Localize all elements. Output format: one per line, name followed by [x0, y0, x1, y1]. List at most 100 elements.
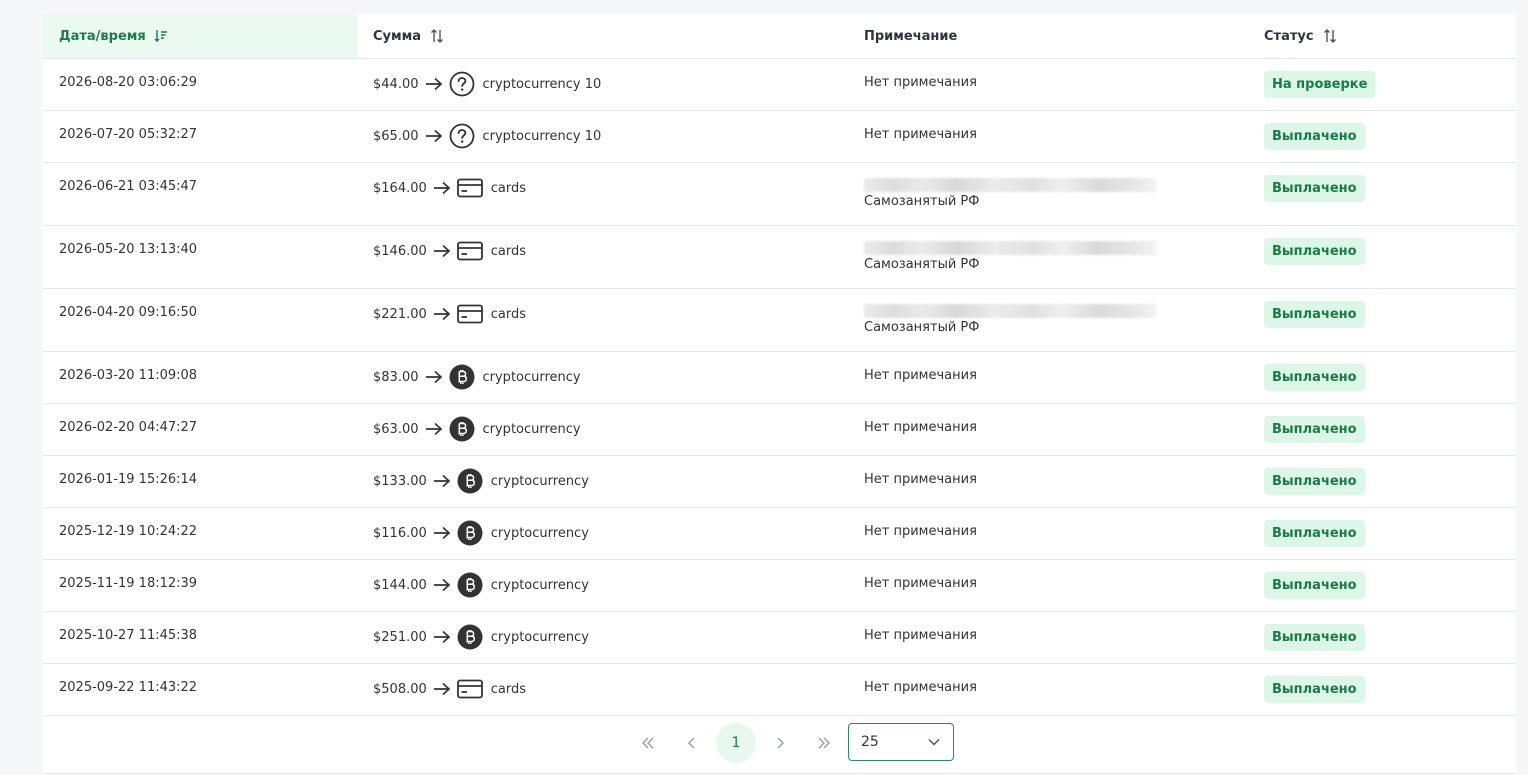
table-body: 2026-08-20 03:06:29 $44.00 cryptocurrency … [43, 59, 1516, 716]
next-page-button[interactable] [760, 723, 800, 763]
row-note: Нет примечания [864, 524, 977, 539]
redacted-note-text [864, 304, 1156, 318]
arrow-right-icon [425, 422, 443, 436]
column-header-amount[interactable]: Сумма [373, 14, 445, 58]
row-amount-cell: $116.00 cryptocurrency [373, 520, 589, 546]
row-date: 2026-08-20 03:06:29 [59, 75, 198, 90]
table-row: 2026-05-20 13:13:40 $146.00 cards Самозанят… [43, 226, 1516, 289]
page-size-select[interactable]: 25 [848, 723, 954, 761]
row-amount: $65.00 [373, 128, 419, 144]
card-icon [456, 304, 483, 324]
row-date: 2026-01-19 15:26:14 [59, 472, 198, 487]
arrow-right-icon [433, 630, 451, 644]
row-amount-cell: $251.00 cryptocurrency [373, 624, 589, 650]
sort-desc-icon[interactable] [154, 29, 168, 43]
column-header-date[interactable]: Дата/время [43, 14, 357, 58]
row-method: cards [490, 180, 527, 196]
row-method: cryptocurrency [490, 629, 589, 645]
arrow-right-icon [433, 682, 451, 696]
row-status: Выплачено [1264, 123, 1365, 150]
row-note: Нет примечания [864, 472, 977, 487]
bitcoin-icon [449, 364, 475, 390]
redacted-note-text [864, 241, 1156, 255]
table-row: 2026-02-20 04:47:27 $63.00 cryptocurrency Н… [43, 404, 1516, 456]
row-method: cryptocurrency [482, 369, 581, 385]
chevron-right-icon [777, 737, 785, 749]
page-size-value: 25 [861, 734, 879, 750]
table-row: 2025-10-27 11:45:38 $251.00 cryptocurrency… [43, 612, 1516, 664]
sort-icon[interactable] [429, 28, 445, 44]
row-status: Выплачено [1264, 468, 1365, 495]
row-note: Нет примечания [864, 628, 977, 643]
note-text: Самозанятый РФ [864, 257, 980, 272]
column-header-status-label: Статус [1264, 28, 1314, 44]
table-row: 2026-07-20 05:32:27 $65.00 cryptocurrency … [43, 111, 1516, 163]
row-date: 2026-02-20 04:47:27 [59, 420, 198, 435]
row-date: 2025-09-22 11:43:22 [59, 680, 198, 695]
redacted-note-text [864, 178, 1156, 192]
last-page-button[interactable] [804, 723, 844, 763]
column-header-date-label: Дата/время [59, 28, 146, 44]
row-amount: $44.00 [373, 76, 419, 92]
status-badge: Выплачено [1264, 123, 1365, 150]
column-header-note: Примечание [864, 14, 957, 58]
row-date: 2025-12-19 10:24:22 [59, 524, 198, 539]
column-header-amount-label: Сумма [373, 28, 422, 44]
bitcoin-icon [457, 520, 483, 546]
row-note: Нет примечания [864, 680, 977, 695]
arrow-right-icon [433, 181, 451, 195]
row-amount: $133.00 [373, 473, 427, 489]
table-row: 2025-11-19 18:12:39 $144.00 cryptocurrency… [43, 560, 1516, 612]
arrow-right-icon [425, 370, 443, 384]
status-badge: Выплачено [1264, 676, 1365, 703]
question-circle-icon [449, 71, 475, 97]
row-date: 2026-04-20 09:16:50 [59, 305, 198, 320]
note-text: Нет примечания [864, 75, 977, 90]
status-badge: Выплачено [1264, 238, 1365, 265]
row-amount: $116.00 [373, 525, 427, 541]
note-text: Нет примечания [864, 472, 977, 487]
row-status: Выплачено [1264, 301, 1365, 328]
row-date: 2025-10-27 11:45:38 [59, 628, 198, 643]
status-badge: Выплачено [1264, 301, 1365, 328]
bitcoin-icon [457, 572, 483, 598]
sort-icon[interactable] [1322, 28, 1338, 44]
row-note: Нет примечания [864, 75, 977, 90]
row-status: Выплачено [1264, 175, 1365, 202]
row-method: cryptocurrency [490, 577, 589, 593]
status-badge: Выплачено [1264, 175, 1365, 202]
row-method: cryptocurrency 10 [482, 76, 602, 92]
column-header-status[interactable]: Статус [1264, 14, 1338, 58]
row-amount-cell: $65.00 cryptocurrency 10 [373, 123, 601, 149]
double-chevron-left-icon [641, 737, 654, 749]
row-date: 2026-07-20 05:32:27 [59, 127, 198, 142]
table-row: 2026-01-19 15:26:14 $133.00 cryptocurrency… [43, 456, 1516, 508]
first-page-button[interactable] [628, 723, 668, 763]
row-method: cryptocurrency [482, 421, 581, 437]
pagination: 1 25 [43, 715, 1516, 774]
prev-page-button[interactable] [672, 723, 712, 763]
bitcoin-icon [457, 468, 483, 494]
row-status: Выплачено [1264, 416, 1365, 443]
row-amount: $83.00 [373, 369, 419, 385]
row-status: Выплачено [1264, 364, 1365, 391]
row-amount: $144.00 [373, 577, 427, 593]
page-button-current[interactable]: 1 [716, 723, 756, 763]
chevron-down-icon [928, 738, 940, 746]
status-badge: Выплачено [1264, 416, 1365, 443]
row-amount-cell: $221.00 cards [373, 301, 526, 327]
status-badge: Выплачено [1264, 520, 1365, 547]
row-amount-cell: $508.00 cards [373, 676, 526, 702]
row-amount: $146.00 [373, 243, 427, 259]
status-badge: Выплачено [1264, 468, 1365, 495]
arrow-right-icon [433, 526, 451, 540]
arrow-right-icon [433, 474, 451, 488]
status-badge: Выплачено [1264, 364, 1365, 391]
row-method: cards [490, 243, 527, 259]
note-text: Нет примечания [864, 680, 977, 695]
table-row: 2025-09-22 11:43:22 $508.00 cards Нет приме… [43, 664, 1516, 716]
chevron-left-icon [687, 737, 695, 749]
table-row: 2026-06-21 03:45:47 $164.00 cards Самозанят… [43, 163, 1516, 226]
note-text: Нет примечания [864, 576, 977, 591]
table-row: 2026-04-20 09:16:50 $221.00 cards Самозанят… [43, 289, 1516, 352]
